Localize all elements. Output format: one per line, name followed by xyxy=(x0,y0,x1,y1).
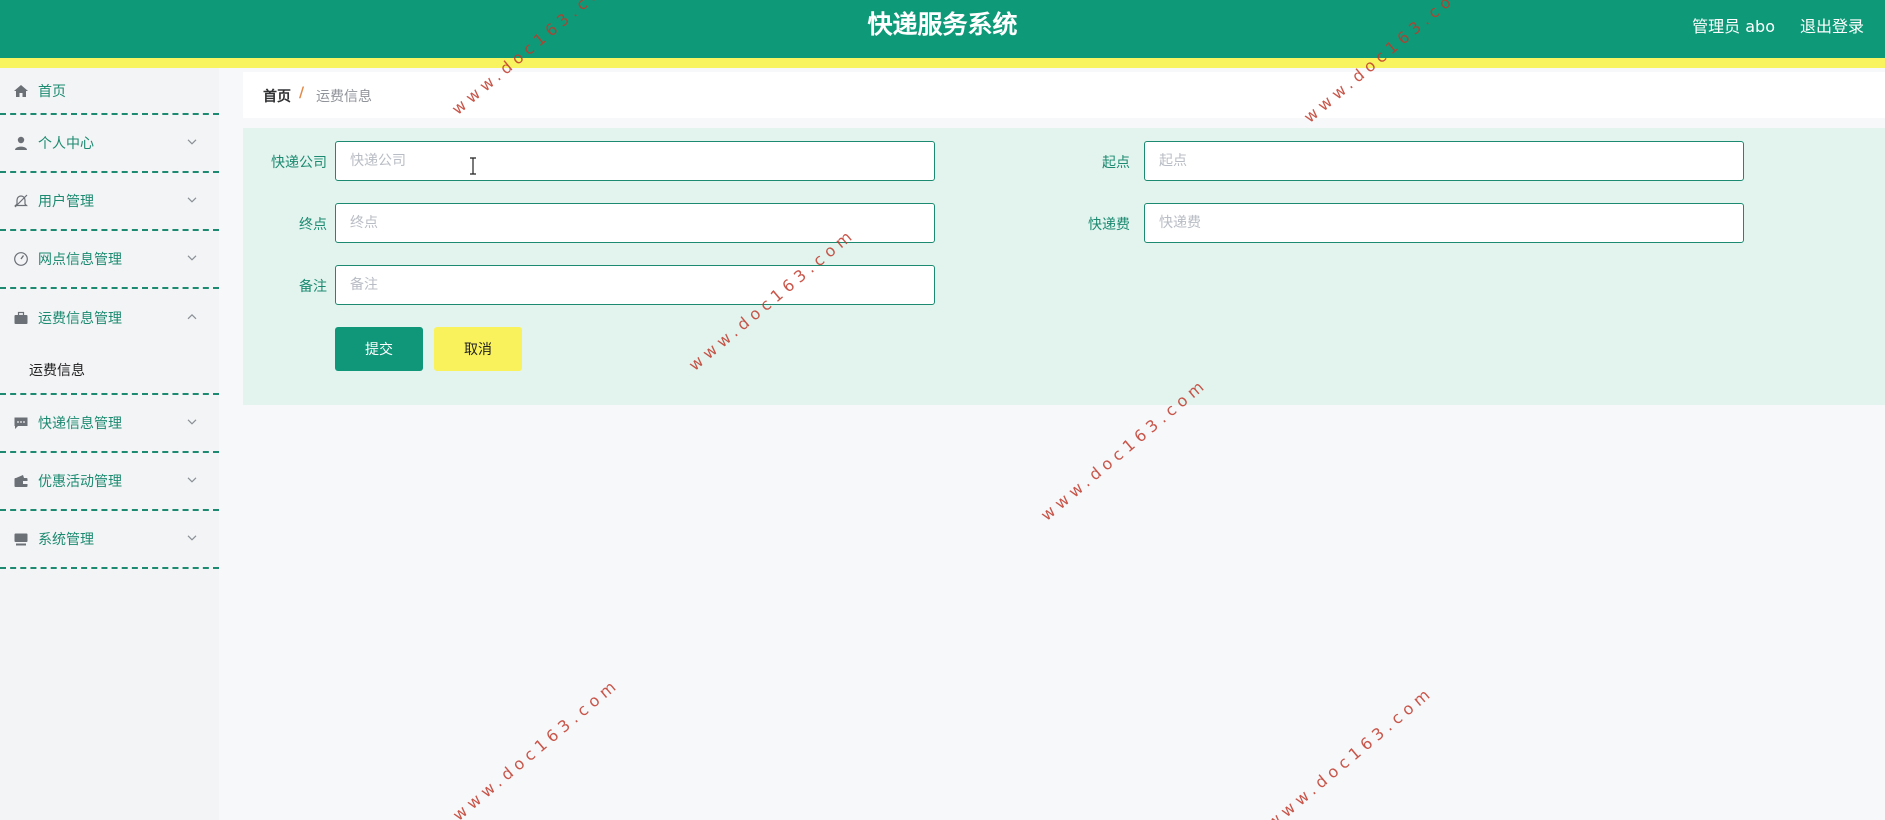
sidebar-item-system[interactable]: 系统管理 xyxy=(0,511,219,569)
sidebar-item-label: 首页 xyxy=(38,83,66,100)
current-user-label: 管理员 abo xyxy=(1692,17,1775,36)
monitor-icon xyxy=(14,533,28,546)
watermark: www.doc163.com xyxy=(449,674,624,820)
fee-input[interactable] xyxy=(1144,203,1744,243)
sidebar-item-profile[interactable]: 个人中心 xyxy=(0,115,219,173)
sidebar-item-label: 个人中心 xyxy=(38,136,94,152)
sidebar-item-freight[interactable]: 运费信息管理 xyxy=(0,289,219,347)
sidebar-item-home[interactable]: 首页 xyxy=(0,68,219,115)
sidebar-item-promotions[interactable]: 优惠活动管理 xyxy=(0,453,219,511)
app-title: 快递服务系统 xyxy=(867,10,1018,39)
gauge-icon xyxy=(14,252,28,266)
sidebar-subitem-freight-info[interactable]: 运费信息 xyxy=(0,347,219,395)
chevron-down-icon xyxy=(187,197,197,203)
origin-label: 起点 xyxy=(1102,155,1130,171)
cancel-button[interactable]: 取消 xyxy=(434,327,522,371)
remark-input[interactable] xyxy=(335,265,935,305)
briefcase-icon xyxy=(14,311,28,324)
chevron-down-icon xyxy=(187,255,197,261)
home-icon xyxy=(14,84,28,97)
watermark: www.doc163.com xyxy=(1263,682,1438,820)
origin-input[interactable] xyxy=(1144,141,1744,181)
wallet-icon xyxy=(14,475,28,487)
chevron-down-icon xyxy=(187,419,197,425)
chevron-up-icon xyxy=(187,313,197,320)
sidebar-item-label: 快递信息管理 xyxy=(38,416,122,432)
top-header: 快递服务系统 管理员 abo 退出登录 xyxy=(0,0,1885,58)
sidebar: 首页 个人中心 用户管理 网点信息管理 运费信息管理 运费信息 快递信息管理 优… xyxy=(0,68,219,820)
sidebar-item-label: 用户管理 xyxy=(38,194,94,210)
chat-icon xyxy=(14,417,28,429)
freight-form: 快递公司 起点 终点 快递费 备注 提交 取消 xyxy=(243,128,1885,405)
company-label: 快递公司 xyxy=(271,155,327,171)
breadcrumb-home-link[interactable]: 首页 xyxy=(263,86,291,106)
fee-label: 快递费 xyxy=(1088,217,1130,233)
chevron-down-icon xyxy=(187,535,197,541)
sidebar-item-label: 优惠活动管理 xyxy=(38,474,122,490)
breadcrumb-current: 运费信息 xyxy=(316,89,372,105)
company-input[interactable] xyxy=(335,141,935,181)
sidebar-subitem-label: 运费信息 xyxy=(29,363,85,379)
chevron-down-icon xyxy=(187,139,197,145)
sidebar-item-outlets[interactable]: 网点信息管理 xyxy=(0,231,219,289)
sidebar-item-label: 系统管理 xyxy=(38,532,94,548)
sidebar-item-label: 网点信息管理 xyxy=(38,252,122,268)
remark-label: 备注 xyxy=(299,279,327,295)
header-accent-stripe xyxy=(0,58,1885,68)
bell-off-icon xyxy=(14,194,28,208)
breadcrumb-separator: / xyxy=(299,85,305,101)
text-cursor-icon xyxy=(470,157,476,175)
submit-button[interactable]: 提交 xyxy=(335,327,423,371)
sidebar-item-express[interactable]: 快递信息管理 xyxy=(0,395,219,453)
logout-link[interactable]: 退出登录 xyxy=(1800,13,1864,37)
sidebar-item-users[interactable]: 用户管理 xyxy=(0,173,219,231)
user-icon xyxy=(15,136,27,150)
destination-label: 终点 xyxy=(299,217,327,233)
chevron-down-icon xyxy=(187,477,197,483)
sidebar-item-label: 运费信息管理 xyxy=(38,311,122,327)
